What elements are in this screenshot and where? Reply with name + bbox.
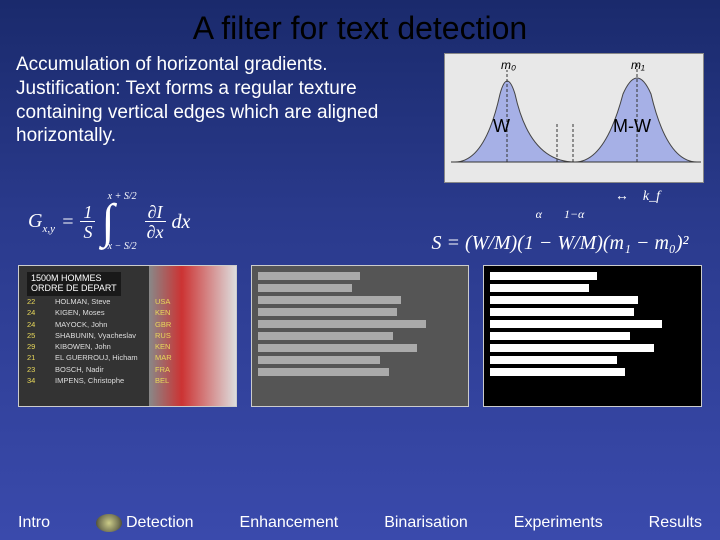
frac-dI-dx: ∂I ∂x: [145, 203, 166, 241]
nav-intro[interactable]: Intro: [18, 514, 50, 532]
list-item: 34IMPENS, ChristopheBEL: [27, 375, 175, 386]
binary-image-panel: [483, 265, 702, 407]
alpha-row: α 1−α: [420, 207, 700, 222]
nav-results[interactable]: Results: [649, 514, 702, 532]
gradient-stripes: [258, 272, 463, 376]
list-item: 24MAYOCK, JohnGBR: [27, 319, 175, 330]
source-image-panel: 1500M HOMMES ORDRE DE DEPART 22HOLMAN, S…: [18, 265, 237, 407]
kf-row: ↔ k_f: [420, 189, 700, 205]
intro-paragraph: Accumulation of horizontal gradients. Ju…: [16, 53, 396, 183]
list-item: 24KIGEN, MosesKEN: [27, 307, 175, 318]
nav-binarisation[interactable]: Binarisation: [384, 514, 468, 532]
nav-experiments[interactable]: Experiments: [514, 514, 603, 532]
formula-right-area: ↔ k_f α 1−α S = (W/M)(1 − W/M)(m₁ − m₀)²: [420, 189, 700, 255]
frac-1-over-S: 1 S: [80, 203, 95, 241]
label-kf: k_f: [643, 189, 660, 205]
formula-row: Gx,y = 1 S ∫ x + S/2 x − S/2 ∂I ∂x dx ↔ …: [0, 183, 720, 257]
list-item: 21EL GUERROUJ, HichamMAR: [27, 352, 175, 363]
equals: =: [61, 211, 75, 234]
label-m0: m₀: [501, 58, 516, 72]
top-content: Accumulation of horizontal gradients. Ju…: [0, 53, 720, 183]
nav-detection[interactable]: Detection: [96, 514, 194, 532]
nav-row: Intro Detection Enhancement Binarisation…: [0, 514, 720, 532]
list-item: 22HOLMAN, SteveUSA: [27, 296, 175, 307]
label-MW: M-W: [613, 116, 651, 137]
integral-icon: ∫ x + S/2 x − S/2: [101, 198, 114, 246]
nav-enhancement[interactable]: Enhancement: [240, 514, 339, 532]
int-lower: x − S/2: [108, 242, 137, 252]
list-item: 25SHABUNIN, VyacheslavRUS: [27, 330, 175, 341]
athlete-list: 22HOLMAN, SteveUSA24KIGEN, MosesKEN24MAY…: [27, 296, 175, 386]
label-one-minus-alpha: 1−α: [564, 207, 584, 222]
gradient-image-panel: [251, 265, 470, 407]
list-item: 29KIBOWEN, JohnKEN: [27, 341, 175, 352]
images-row: 1500M HOMMES ORDRE DE DEPART 22HOLMAN, S…: [0, 257, 720, 407]
otsu-criterion-formula: S = (W/M)(1 − W/M)(m₁ − m₀)²: [420, 232, 700, 255]
label-alpha: α: [536, 207, 542, 222]
video-header: 1500M HOMMES ORDRE DE DEPART: [27, 272, 121, 296]
gradient-formula: Gx,y = 1 S ∫ x + S/2 x − S/2 ∂I ∂x dx: [28, 198, 190, 246]
slide-title: A filter for text detection: [0, 0, 720, 53]
binary-stripes: [490, 272, 695, 376]
otsu-diagram: m₀ m₁ W M-W: [444, 53, 704, 183]
gaussian-curves-icon: [445, 54, 705, 184]
int-upper: x + S/2: [108, 192, 137, 202]
eye-icon: [96, 514, 122, 532]
label-W: W: [493, 116, 510, 137]
dx: dx: [172, 211, 191, 234]
list-item: 23BOSCH, NadirFRA: [27, 364, 175, 375]
label-m1: m₁: [631, 58, 645, 72]
G-symbol: Gx,y: [28, 210, 55, 235]
